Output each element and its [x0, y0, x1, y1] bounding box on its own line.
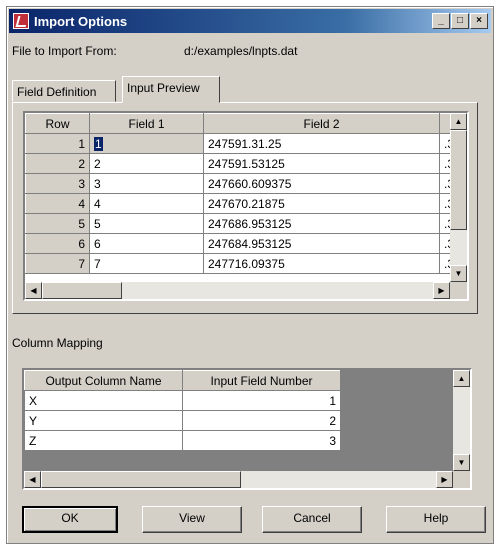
table-row[interactable]: 3 3 247660.609375 .3	[25, 173, 460, 194]
field2-cell[interactable]: 247591.31.25	[203, 133, 440, 154]
input-field-cell[interactable]: 2	[182, 410, 341, 431]
column-mapping-grid: Output Column Name Input Field Number X …	[22, 368, 472, 490]
title-bar[interactable]: Import Options _ □ ×	[9, 9, 491, 33]
table-row[interactable]: Z 3	[24, 430, 341, 451]
column-mapping-label: Column Mapping	[12, 336, 103, 350]
preview-header-row: Row Field 1 Field 2	[25, 113, 460, 134]
cancel-button[interactable]: Cancel	[262, 506, 362, 533]
output-column-cell[interactable]: X	[24, 390, 183, 411]
field2-cell[interactable]: 247591.53125	[203, 153, 440, 174]
field1-cell[interactable]: 2	[89, 153, 204, 174]
header-field-2[interactable]: Field 2	[203, 113, 440, 134]
table-row[interactable]: X 1	[24, 390, 341, 411]
field1-cell[interactable]: 3	[89, 173, 204, 194]
input-preview-panel: Row Field 1 Field 2 1 1 247591.31.25 .3 …	[12, 102, 478, 314]
view-button[interactable]: View	[142, 506, 242, 533]
preview-horizontal-scrollbar[interactable]: ◀ ▶	[25, 282, 450, 299]
table-row[interactable]: 1 1 247591.31.25 .3	[25, 133, 460, 154]
row-number: 2	[25, 153, 90, 174]
scrollbar-corner	[453, 471, 470, 488]
vertical-scroll-thumb[interactable]	[450, 130, 467, 230]
scroll-down-icon[interactable]: ▼	[450, 265, 467, 282]
scroll-up-icon[interactable]: ▲	[453, 370, 470, 387]
table-row[interactable]: 2 2 247591.53125 .3	[25, 153, 460, 174]
field1-cell[interactable]: 1	[89, 133, 204, 154]
mapping-header-row: Output Column Name Input Field Number	[24, 370, 341, 391]
header-field-1[interactable]: Field 1	[89, 113, 204, 134]
help-button[interactable]: Help	[386, 506, 486, 533]
table-row[interactable]: 7 7 247716.09375 .3	[25, 253, 460, 274]
app-icon	[13, 13, 29, 29]
close-button[interactable]: ×	[470, 13, 488, 29]
input-field-cell[interactable]: 1	[182, 390, 341, 411]
scroll-right-icon[interactable]: ▶	[433, 282, 450, 299]
table-row[interactable]: Y 2	[24, 410, 341, 431]
header-output-column-name[interactable]: Output Column Name	[24, 370, 183, 391]
preview-vertical-scrollbar[interactable]: ▲ ▼	[450, 113, 467, 282]
field1-cell[interactable]: 7	[89, 253, 204, 274]
row-number: 7	[25, 253, 90, 274]
output-column-cell[interactable]: Z	[24, 430, 183, 451]
row-number: 3	[25, 173, 90, 194]
minimize-button[interactable]: _	[432, 13, 450, 29]
input-field-cell[interactable]: 3	[182, 430, 341, 451]
header-input-field-number[interactable]: Input Field Number	[182, 370, 341, 391]
window-title: Import Options	[34, 13, 128, 29]
row-number: 1	[25, 133, 90, 154]
scroll-left-icon[interactable]: ◀	[25, 282, 42, 299]
field2-cell[interactable]: 247686.953125	[203, 213, 440, 234]
output-column-cell[interactable]: Y	[24, 410, 183, 431]
preview-grid: Row Field 1 Field 2 1 1 247591.31.25 .3 …	[23, 111, 469, 301]
scroll-down-icon[interactable]: ▼	[453, 454, 470, 471]
field1-cell[interactable]: 4	[89, 193, 204, 214]
maximize-button[interactable]: □	[451, 13, 469, 29]
tab-field-definition[interactable]: Field Definition	[12, 80, 116, 102]
table-row[interactable]: 5 5 247686.953125 .3	[25, 213, 460, 234]
horizontal-scroll-thumb[interactable]	[42, 282, 122, 299]
ok-button[interactable]: OK	[22, 506, 118, 533]
field2-cell[interactable]: 247660.609375	[203, 173, 440, 194]
mapping-horizontal-scrollbar[interactable]: ◀ ▶	[24, 471, 453, 488]
scrollbar-corner	[450, 282, 467, 299]
field1-cell[interactable]: 5	[89, 213, 204, 234]
mapping-vertical-scrollbar[interactable]: ▲ ▼	[453, 370, 470, 471]
tab-input-preview[interactable]: Input Preview	[122, 76, 220, 103]
field1-cell[interactable]: 6	[89, 233, 204, 254]
table-row[interactable]: 6 6 247684.953125 .3	[25, 233, 460, 254]
horizontal-scroll-thumb[interactable]	[41, 471, 241, 488]
field2-cell[interactable]: 247670.21875	[203, 193, 440, 214]
selected-cell-text: 1	[94, 136, 103, 151]
header-row[interactable]: Row	[25, 113, 90, 134]
file-path: d:/examples/lnpts.dat	[184, 44, 298, 58]
table-row[interactable]: 4 4 247670.21875 .3	[25, 193, 460, 214]
file-label: File to Import From:	[12, 44, 117, 58]
row-number: 5	[25, 213, 90, 234]
scroll-up-icon[interactable]: ▲	[450, 113, 467, 130]
row-number: 4	[25, 193, 90, 214]
scroll-left-icon[interactable]: ◀	[24, 471, 41, 488]
field2-cell[interactable]: 247684.953125	[203, 233, 440, 254]
field2-cell[interactable]: 247716.09375	[203, 253, 440, 274]
scroll-right-icon[interactable]: ▶	[436, 471, 453, 488]
row-number: 6	[25, 233, 90, 254]
